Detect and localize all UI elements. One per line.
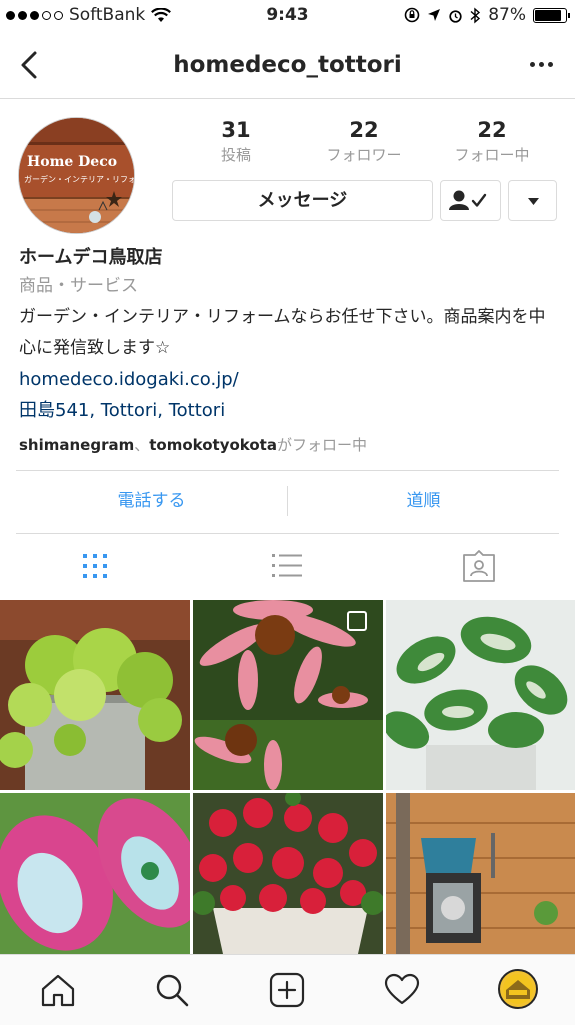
photo-thumbnail[interactable] (386, 793, 575, 954)
stat-following[interactable]: 22 フォロー中 (432, 118, 552, 165)
contact-actions: 電話する 道順 (16, 470, 559, 534)
battery-percent: 87% (488, 5, 526, 25)
alarm-icon (449, 9, 462, 23)
profile-location-link[interactable]: 田島541, Tottori, Tottori (19, 395, 559, 426)
profile-tab-avatar-icon (503, 974, 533, 1004)
more-options-icon[interactable] (530, 62, 553, 67)
caret-down-icon (528, 198, 539, 205)
profile-name: ホームデコ鳥取店 (19, 247, 163, 268)
message-button[interactable]: メッセージ (172, 180, 433, 221)
photo-image (0, 793, 190, 954)
avatar-text-subtitle: ガーデン・インテリア・リフォーム (24, 175, 135, 184)
profile-website-link[interactable]: homedeco.idogaki.co.jp/ (19, 364, 559, 395)
directions-button[interactable]: 道順 (288, 471, 559, 531)
followed-by-separator: 、 (134, 436, 150, 454)
page-title: homedeco_tottori (173, 52, 402, 78)
profile-header: homedeco_tottori (0, 32, 575, 99)
new-post-icon[interactable] (269, 972, 305, 1008)
photo-thumbnail[interactable] (0, 793, 190, 954)
tagged-photos-icon[interactable] (462, 549, 496, 583)
suggestions-dropdown-button[interactable] (508, 180, 557, 221)
person-check-icon (449, 190, 487, 210)
stat-posts-count: 31 (221, 118, 251, 142)
stat-following-label: フォロー中 (454, 146, 530, 164)
home-icon[interactable] (40, 972, 76, 1008)
avatar[interactable]: Home Deco ガーデン・インテリア・リフォーム (18, 117, 135, 234)
photo-image (0, 600, 190, 790)
photo-image (386, 600, 575, 790)
profile-description: ガーデン・インテリア・リフォームならお任せ下さい。商品案内を中心に発信致します☆ (19, 307, 546, 358)
search-icon[interactable] (154, 972, 190, 1008)
location-icon (428, 9, 441, 21)
bluetooth-icon (470, 6, 481, 24)
followed-by-user-1[interactable]: shimanegram (19, 436, 134, 454)
stat-posts-label: 投稿 (220, 146, 251, 164)
profile-category: 商品・サービス (19, 276, 138, 296)
stat-followers-count: 22 (349, 118, 379, 142)
followed-by-user-2[interactable]: tomokotyokota (149, 436, 277, 454)
stat-followers-label: フォロワー (326, 146, 402, 164)
bottom-tab-bar (0, 954, 575, 1025)
photo-thumbnail[interactable] (193, 793, 383, 954)
photo-image (386, 793, 575, 954)
list-view-icon[interactable] (270, 549, 304, 583)
photo-thumbnail[interactable] (193, 600, 383, 790)
profile-view-tabs (0, 533, 575, 599)
call-button[interactable]: 電話する (16, 471, 287, 531)
photo-thumbnail[interactable] (386, 600, 575, 790)
stat-followers[interactable]: 22 フォロワー (304, 118, 424, 165)
avatar-text-brand: Home Deco (27, 154, 118, 170)
stat-posts[interactable]: 31 投稿 (176, 118, 296, 165)
status-bar: SoftBank 9:43 87% (0, 0, 575, 32)
photo-thumbnail[interactable] (0, 600, 190, 790)
battery-icon (533, 7, 570, 23)
stat-following-count: 22 (477, 118, 507, 142)
followed-by-text[interactable]: shimanegram、tomokotyokotaがフォロー中 (19, 430, 559, 460)
photo-image (193, 600, 383, 790)
followed-by-suffix: がフォロー中 (276, 436, 367, 454)
photo-image (193, 793, 383, 954)
profile-bio: ホームデコ鳥取店 商品・サービス ガーデン・インテリア・リフォームならお任せ下さ… (19, 244, 559, 460)
activity-heart-icon[interactable] (384, 972, 420, 1008)
following-button[interactable] (440, 180, 501, 221)
rotation-lock-icon (404, 7, 420, 23)
profile-tab-avatar[interactable] (498, 969, 538, 1009)
grid-view-icon[interactable] (78, 549, 112, 583)
photo-grid (0, 600, 575, 954)
